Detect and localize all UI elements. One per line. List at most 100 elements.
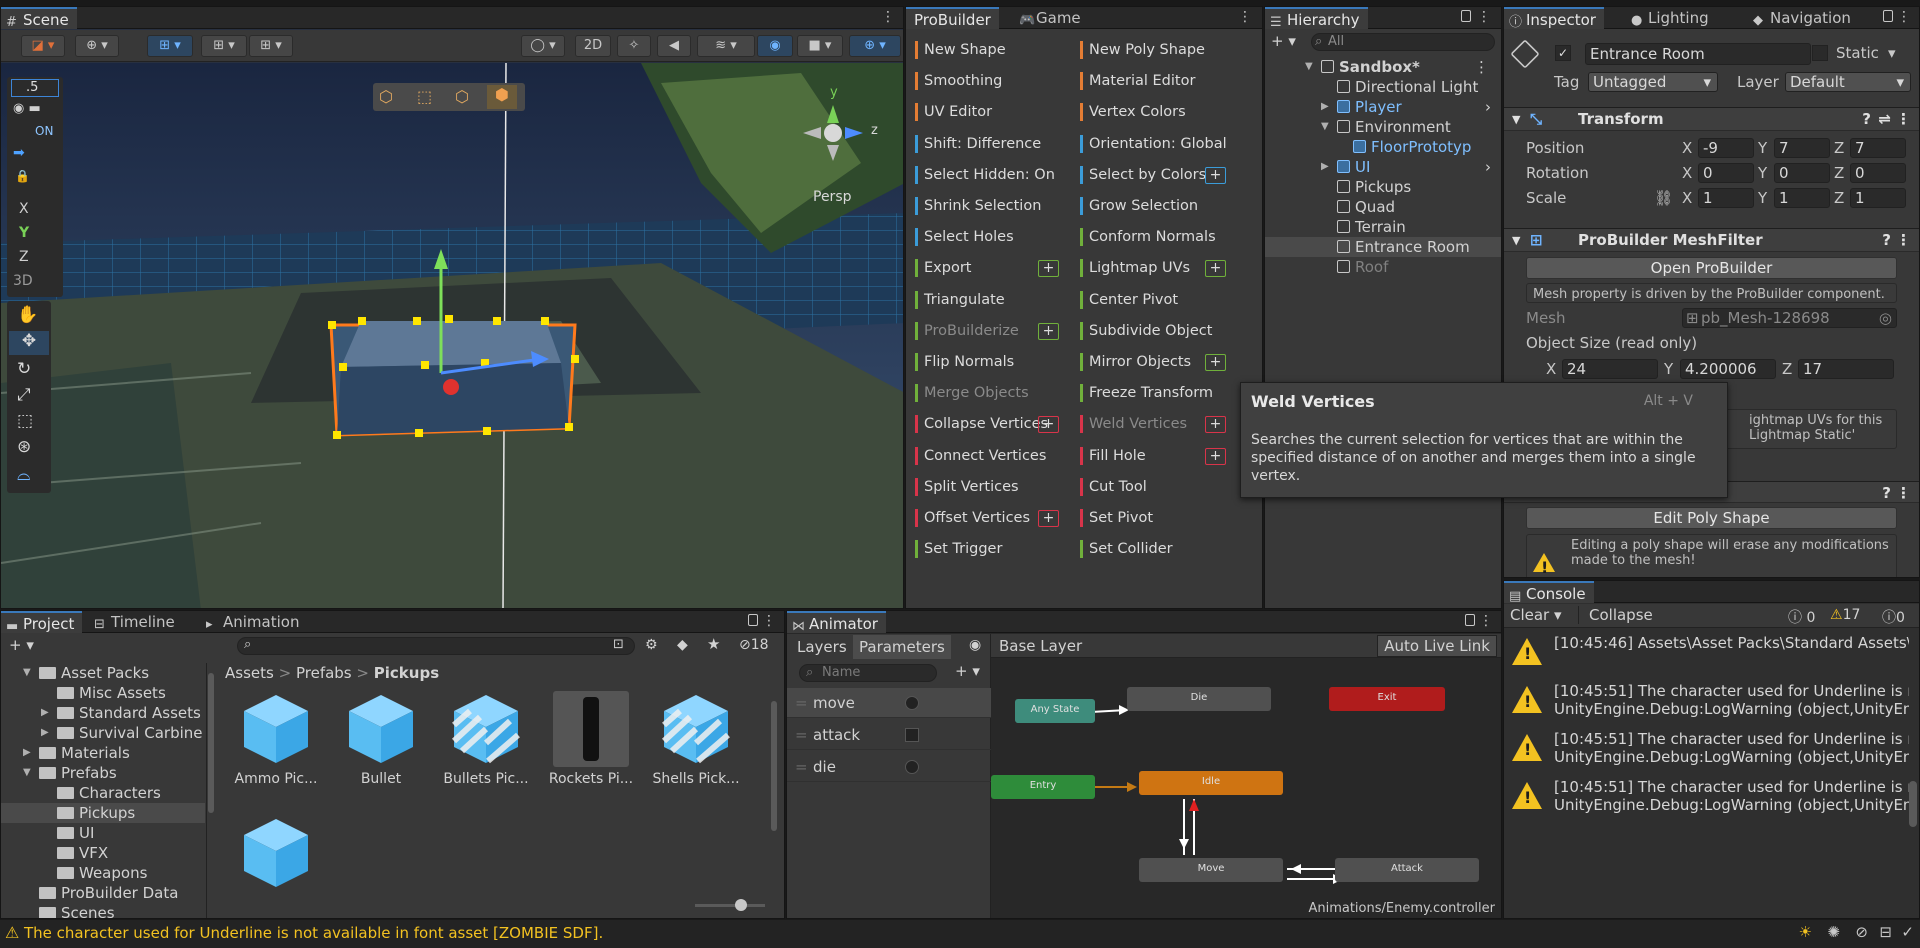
foldout-closed-icon[interactable]: ▶ [41,703,49,723]
tab-console[interactable]: ▤ Console [1504,581,1594,604]
pb-action-probuilderize[interactable]: ProBuilderize [912,320,1019,342]
parameter-row[interactable]: = move [787,688,991,718]
hierarchy-item[interactable]: Pickups [1265,177,1501,197]
bool-toggle[interactable] [905,760,919,774]
tab-project[interactable]: ▬ Project [1,611,83,634]
audio-toggle[interactable]: ◀ [657,35,691,57]
axis-x-label[interactable]: X [1682,139,1692,157]
hand-tool-icon[interactable]: ✋ [17,305,38,325]
pb-action-select-by-colors[interactable]: Select by Colors [1077,164,1206,186]
grid-scrollbar[interactable] [769,687,779,887]
more-icon[interactable]: ⋮ [1896,108,1911,131]
parameter-row[interactable]: = attack [787,720,991,750]
drag-handle-icon[interactable]: = [795,688,808,718]
hierarchy-item[interactable]: ▼ Sandbox* ⋮ [1265,57,1501,77]
warning-count[interactable]: ⚠17 [1830,607,1860,623]
any-state-node[interactable]: Any State [1015,699,1095,723]
render-mode-button[interactable]: ⊕ ▾ [75,35,119,57]
edge-mode-icon[interactable]: ⬡ [455,87,477,107]
face-mode-icon[interactable]: ⬢ [487,85,517,109]
pos-x-field[interactable]: -9 [1698,138,1754,158]
tab-navigation[interactable]: ◆ Navigation [1748,7,1859,29]
base-layer-breadcrumb[interactable]: Base Layer [999,637,1082,655]
console-entry[interactable]: [10:45:46] Assets\Asset Packs\Standard A… [1504,629,1909,677]
foldout-open-icon[interactable]: ▼ [1305,57,1313,77]
add-object-button[interactable]: + ▾ [1271,32,1296,50]
pb-action-shrink-selection[interactable]: Shrink Selection [912,195,1041,217]
foldout-closed-icon[interactable]: ▶ [23,743,31,763]
folder-item[interactable]: UI [1,823,205,843]
pb-action-offset-vertices[interactable]: Offset Vertices [912,507,1030,529]
axis-y-label[interactable]: Y [1758,164,1767,182]
asset-item[interactable]: Shells Pick... [651,691,741,787]
static-checkbox[interactable] [1812,45,1828,61]
layers-tab[interactable]: Layers [797,638,847,656]
axis-z-label[interactable]: Z [1834,164,1844,182]
toggle-2d-button[interactable]: 2D [575,35,611,57]
console-entry[interactable]: [10:45:51] The character used for Underl… [1504,677,1909,725]
on-toggle[interactable]: ON [35,124,53,138]
scale-y-field[interactable]: 1 [1774,188,1830,208]
camera-button[interactable]: ■ ▾ [797,35,843,57]
tree-scrollbar[interactable] [207,663,215,863]
more-icon[interactable]: ⋮ [762,613,776,629]
eye-icon[interactable]: ◉ ▬ [13,101,41,116]
lock-icon[interactable] [1883,10,1893,22]
add-parameter-button[interactable]: + ▾ [955,662,980,680]
options-plus-icon[interactable]: + [1205,416,1226,434]
foldout-open-icon[interactable]: ▼ [23,763,31,783]
tab-probuilder[interactable]: ProBuilder [906,7,999,29]
axis-x-label[interactable]: X [1682,189,1692,207]
pb-action-collapse-vertices[interactable]: Collapse Vertices [912,413,1048,435]
parameter-search[interactable]: ⌕ Name [799,664,937,682]
pb-action-grow-selection[interactable]: Grow Selection [1077,195,1198,217]
hierarchy-item[interactable]: ▼ Environment [1265,117,1501,137]
object-name-field[interactable]: Entrance Room [1585,43,1811,65]
lock-icon[interactable] [1461,10,1471,22]
slider-handle[interactable] [735,899,747,911]
entry-node[interactable]: Entry [991,775,1095,799]
pb-action-uv-editor[interactable]: UV Editor [912,101,992,123]
layer-dropdown[interactable]: Default ▾ [1785,72,1911,92]
pb-action-smoothing[interactable]: Smoothing [912,70,1002,92]
collapse-button[interactable]: Collapse [1578,606,1653,624]
axis-y-label[interactable]: Y [1758,189,1767,207]
active-checkbox[interactable]: ✓ [1555,45,1571,61]
project-search[interactable]: ⌕ [237,637,635,655]
folder-item[interactable]: Weapons [1,863,205,883]
folder-item[interactable]: Characters [1,783,205,803]
pb-action-new-shape[interactable]: New Shape [912,39,1006,61]
meshfilter-header[interactable]: ▼ ⊞ ProBuilder MeshFilter ? ⋮ [1504,228,1919,252]
debug-icon[interactable]: ✺ [1827,923,1840,941]
chevron-right-icon[interactable]: › [1485,97,1491,117]
scale-x-field[interactable]: 1 [1698,188,1754,208]
folder-item[interactable]: VFX [1,843,205,863]
tab-lighting[interactable]: ● Lighting [1626,7,1717,29]
tab-game[interactable]: 🎮 Game [1014,7,1089,29]
folder-item[interactable]: ▶ Materials [1,743,205,763]
pb-action-split-vertices[interactable]: Split Vertices [912,476,1019,498]
bool-toggle[interactable] [905,696,919,710]
chevron-right-icon[interactable]: › [1485,157,1491,177]
asset-item[interactable]: Bullet [336,691,426,787]
console-scrollbar[interactable] [1909,631,1917,881]
pb-action-weld-vertices[interactable]: Weld Vertices [1077,413,1187,435]
hierarchy-item[interactable]: ▶ UI › [1265,157,1501,177]
info-count[interactable]: ⓘ 0 [1788,607,1815,627]
rot-z-field[interactable]: 0 [1850,163,1906,183]
pb-action-set-collider[interactable]: Set Collider [1077,538,1173,560]
eye-icon[interactable]: ◉ [969,637,981,653]
custom-tool-icon[interactable]: ⌓ [17,465,30,485]
axis-x-toggle[interactable]: X [19,201,29,217]
pb-action-export[interactable]: Export [912,257,971,279]
create-button[interactable]: + ▾ [9,636,34,654]
folder-item[interactable]: ▼ Prefabs [1,763,205,783]
lighting-toggle[interactable]: ✧ [617,35,651,57]
console-entry[interactable]: [10:45:51] The character used for Underl… [1504,773,1909,821]
rot-y-field[interactable]: 0 [1774,163,1830,183]
filter-type-icon[interactable]: ⚙ [645,637,658,653]
scale-tool-icon[interactable]: ⤢ [17,385,31,405]
orientation-gizmo[interactable] [793,85,883,175]
pb-action-center-pivot[interactable]: Center Pivot [1077,289,1178,311]
parameters-tab[interactable]: Parameters [853,635,951,659]
